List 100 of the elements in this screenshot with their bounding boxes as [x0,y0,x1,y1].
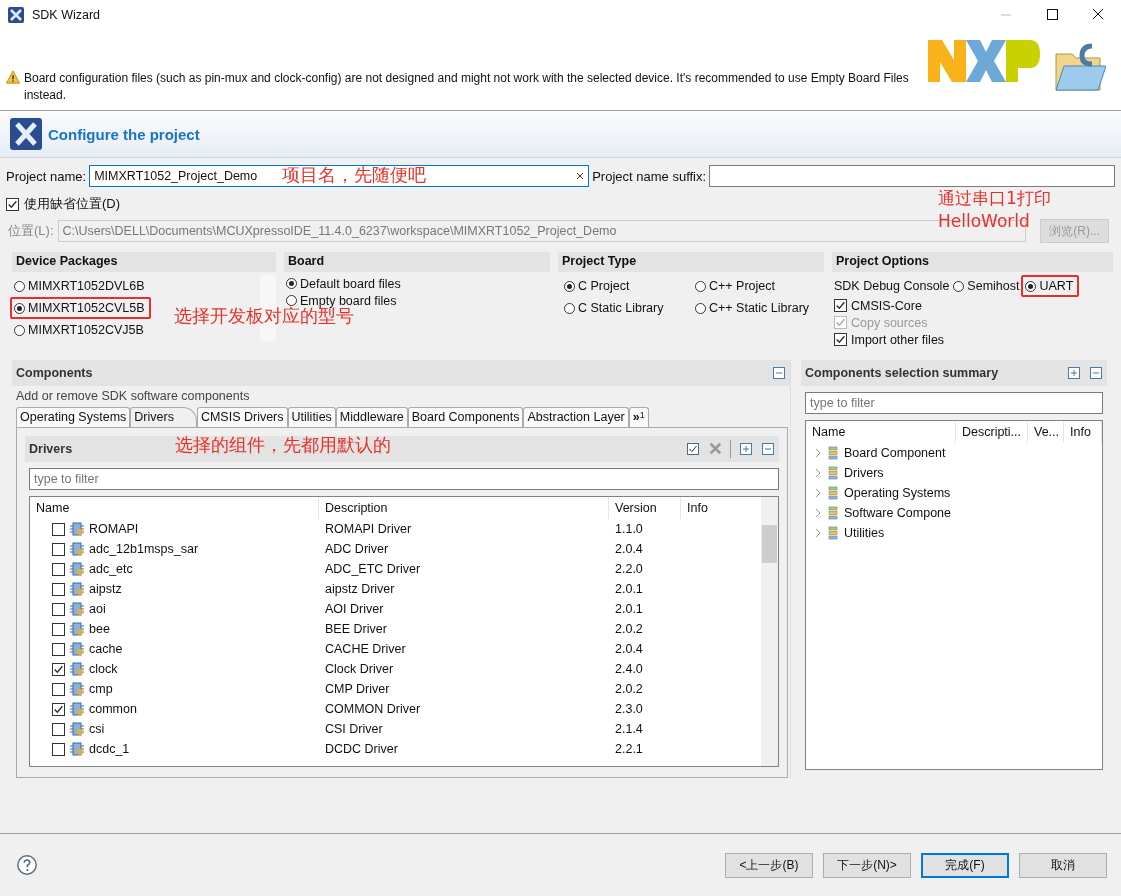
filter-field[interactable]: type to filter [805,392,1103,414]
radio-label[interactable]: MIMXRT1052CVJ5B [28,323,144,337]
component-icon [69,741,85,757]
checkbox-label[interactable]: Import other files [851,332,945,347]
radio-button[interactable] [286,295,297,306]
table-cell-text: ADC Driver [324,542,390,556]
checkbox-label[interactable]: CMSIS-Core [851,298,922,313]
tree-item[interactable]: Operating Systems [806,483,1102,503]
column-header[interactable]: Description [319,497,609,519]
checkbox[interactable] [52,622,65,636]
checkbox[interactable] [52,522,65,536]
checkbox[interactable] [52,722,65,736]
table-cell-text: 2.0.4 [614,542,644,556]
tab[interactable]: Operating Systems [16,407,131,427]
checkbox[interactable] [52,662,65,676]
component-icon [69,601,85,617]
tab[interactable]: CMSIS Drivers [196,407,288,427]
component-icon [69,521,85,537]
component-icon [69,561,85,577]
checkbox[interactable] [52,742,65,756]
column-header[interactable]: Version [609,497,681,519]
radio-button[interactable] [1025,280,1037,292]
section-header: Device Packages [12,252,276,272]
tab[interactable]: Utilities [287,407,336,427]
collapse-icon[interactable] [761,442,775,456]
column-header[interactable]: Info [681,497,761,519]
dialog-button[interactable]: 完成(F) [921,852,1009,878]
radio-button[interactable] [695,280,706,292]
tree-item[interactable]: Drivers [806,463,1102,483]
radio-label[interactable]: C Static Library [578,301,664,315]
filter-field[interactable]: type to filter [29,468,779,490]
radio-button[interactable] [564,302,575,314]
radio-label[interactable]: UART [1039,279,1074,293]
checkbox[interactable] [52,642,65,656]
clear-icon[interactable] [576,172,585,180]
checkbox[interactable] [52,542,65,556]
radio-button[interactable] [14,324,25,336]
checkbox[interactable] [52,562,65,576]
radio-label[interactable]: MIMXRT1052DVL6B [28,279,145,293]
check-all-icon[interactable] [686,442,700,456]
table-cell-text: ADC_ETC Driver [324,562,422,576]
scrollbar[interactable] [761,497,778,766]
dialog-button[interactable]: 下一步(N)> [823,852,911,878]
wizard-icon [10,118,42,150]
checkbox[interactable] [834,333,847,346]
checkbox[interactable] [52,602,65,616]
radio-button[interactable] [14,302,25,314]
checkbox[interactable] [834,299,847,312]
warning-message: Board configuration files (such as pin-mux and clock-config) are not designed and might not work with the selected device. It's recommended to use Empty Board Files instead. [24,70,910,104]
table-cell-text: AOI Driver [324,602,385,616]
table-cell-text: 2.0.2 [614,682,644,696]
column-header[interactable]: Ve... [1028,421,1064,443]
checkbox[interactable] [52,582,65,596]
radio-label[interactable]: Empty board files [300,293,397,308]
dialog-button[interactable]: <上一步(B) [725,852,813,878]
collapse-icon[interactable] [772,366,786,380]
radio-button[interactable] [564,280,575,292]
radio-label[interactable]: Semihost [967,279,1020,293]
stack-icon [828,526,838,540]
help-icon[interactable] [16,854,38,876]
section-header: Board [284,252,550,272]
expand-icon[interactable] [739,442,753,456]
tab[interactable]: Abstraction Layer [523,407,629,427]
tab[interactable]: Middleware [335,407,408,427]
tree-item[interactable]: Software Compone [806,503,1102,523]
radio-button[interactable] [953,280,965,292]
dialog-button[interactable]: 取消 [1019,852,1107,878]
checkbox[interactable] [52,682,65,696]
suffix-field[interactable] [709,165,1115,187]
collapse-icon[interactable] [1089,366,1103,380]
checkbox-label: 使用缺省位置(D) [24,195,121,213]
component-icon [69,621,85,637]
radio-label[interactable]: C++ Project [709,279,775,293]
table-cell: aoi [89,602,106,616]
radio-button[interactable] [286,278,297,289]
uncheck-all-icon[interactable] [708,442,722,456]
radio-label[interactable]: MIMXRT1052CVL5B [28,301,145,315]
column-header[interactable]: Info [1064,421,1102,443]
stack-icon [828,506,838,520]
radio-label[interactable]: C++ Static Library [709,301,810,315]
radio-button[interactable] [14,280,25,292]
checkbox[interactable] [52,702,65,716]
warning-icon [6,70,20,84]
checkbox[interactable] [6,197,19,211]
radio-button[interactable] [695,302,706,314]
tab[interactable]: Drivers [130,407,197,427]
table-cell-text: COMMON Driver [324,702,422,716]
expand-icon[interactable] [1067,366,1081,380]
tree-item[interactable]: Board Component [806,443,1102,463]
radio-label[interactable]: C Project [578,279,630,293]
tab[interactable]: Board Components [407,407,524,427]
table-cell: common [89,702,137,716]
column-header[interactable]: Descripti... [956,421,1028,443]
column-header[interactable]: Name [30,497,319,519]
table-cell-text: 2.0.1 [614,582,644,596]
tree-item[interactable]: Utilities [806,523,1102,543]
section-header: Project Options [832,252,1113,272]
column-header[interactable]: Name [806,421,956,443]
table-cell-text: 2.3.0 [614,702,644,716]
radio-label[interactable]: Default board files [300,276,401,291]
